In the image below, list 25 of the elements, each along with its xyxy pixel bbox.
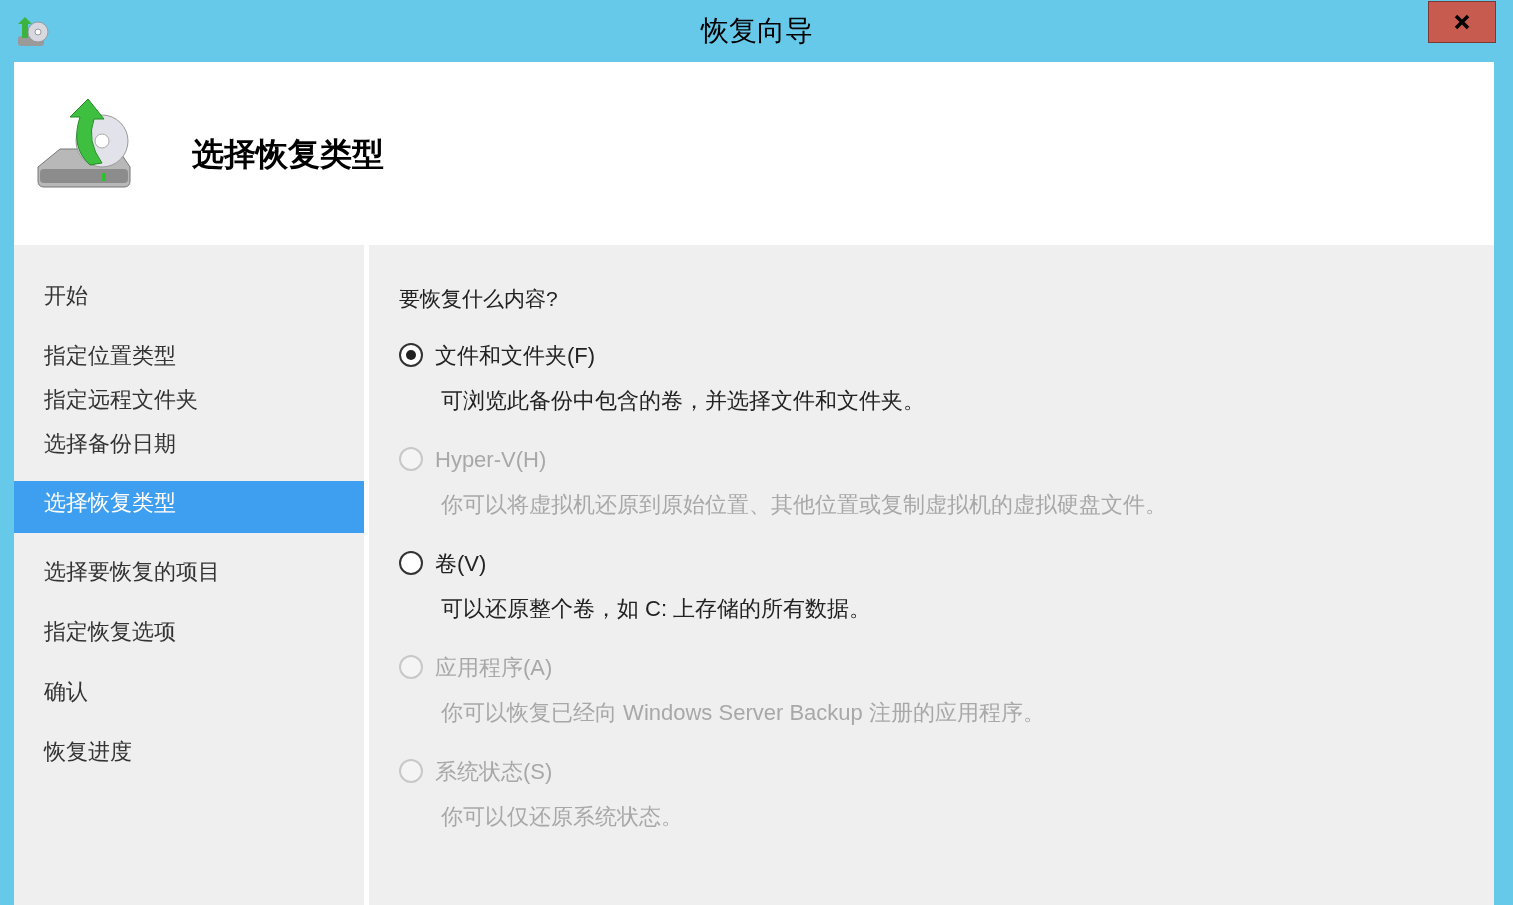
option-description: 可浏览此备份中包含的卷，并选择文件和文件夹。 <box>441 386 926 415</box>
option-label: Hyper-V(H) <box>435 445 547 474</box>
page-heading: 选择恢复类型 <box>192 134 384 174</box>
close-button[interactable] <box>1428 1 1496 43</box>
window-title: 恢复向导 <box>700 14 813 48</box>
sidebar-item[interactable]: 选择备份日期 <box>14 421 364 465</box>
question-text: 要恢复什么内容? <box>399 286 559 312</box>
option-label: 系统状态(S) <box>435 757 553 786</box>
sidebar-item[interactable]: 指定远程文件夹 <box>14 377 364 421</box>
sidebar-item[interactable]: 恢复进度 <box>14 729 364 773</box>
option-label: 卷(V) <box>435 549 487 578</box>
radio-button[interactable] <box>399 343 423 367</box>
sidebar-item[interactable]: 选择要恢复的项目 <box>14 549 364 593</box>
sidebar-item[interactable]: 开始 <box>14 273 364 317</box>
option-description: 你可以将虚拟机还原到原始位置、其他位置或复制虚拟机的虚拟硬盘文件。 <box>441 490 1168 519</box>
option-label: 文件和文件夹(F) <box>435 341 596 370</box>
close-icon <box>1454 14 1470 30</box>
sidebar-item[interactable]: 指定恢复选项 <box>14 609 364 653</box>
sidebar-item[interactable]: 确认 <box>14 669 364 713</box>
option-description: 你可以恢复已经向 Windows Server Backup 注册的应用程序。 <box>441 698 1046 727</box>
option-description: 可以还原整个卷，如 C: 上存储的所有数据。 <box>441 594 873 623</box>
radio-button[interactable] <box>399 551 423 575</box>
option-label: 应用程序(A) <box>435 653 553 682</box>
sidebar-item[interactable]: 指定位置类型 <box>14 333 364 377</box>
option-description: 你可以仅还原系统状态。 <box>441 802 684 831</box>
